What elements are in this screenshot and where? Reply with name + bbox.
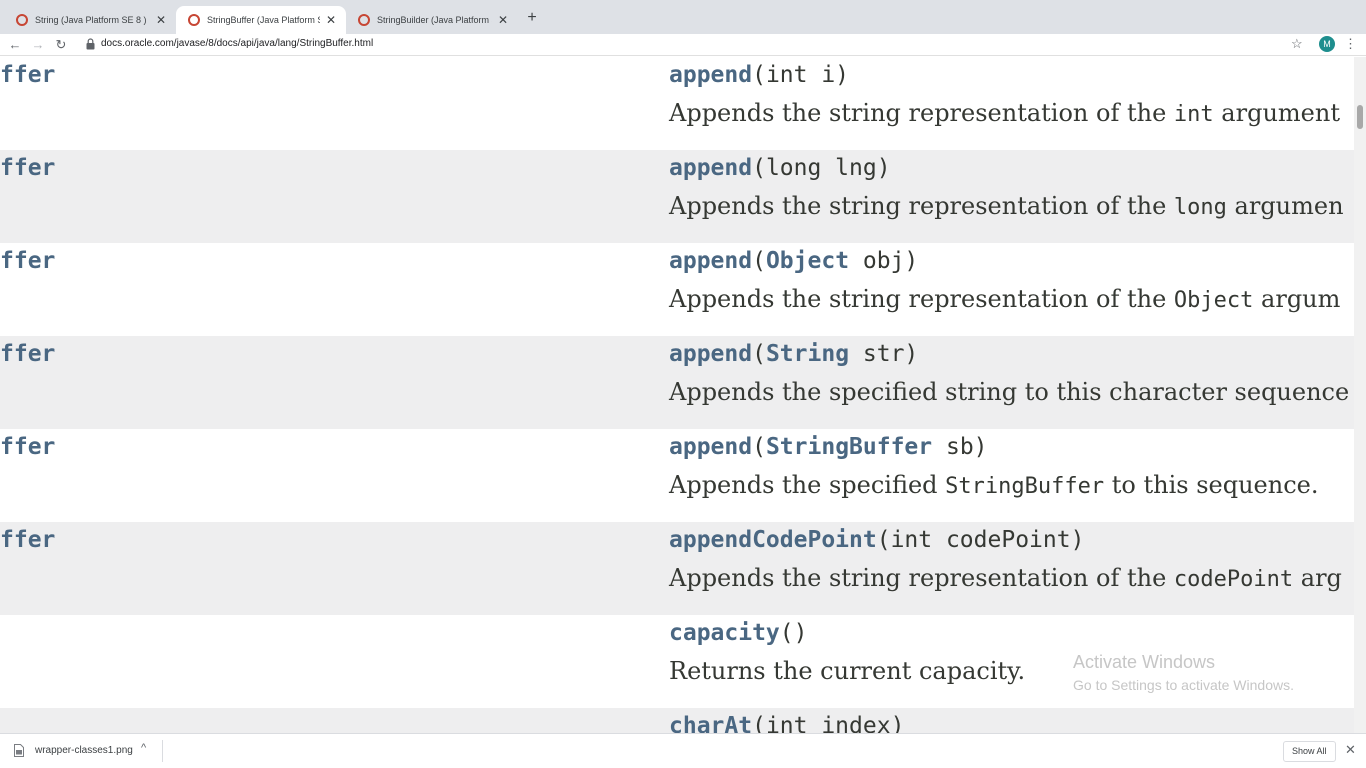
return-type-link[interactable]: ffer: [0, 248, 55, 274]
return-type-link[interactable]: ffer: [0, 62, 55, 88]
method-signature: append(int i): [669, 62, 849, 88]
reload-icon: ↻: [55, 37, 67, 52]
method-signature: append(StringBuffer sb): [669, 434, 988, 460]
tab-title: String (Java Platform SE 8 ): [35, 15, 147, 25]
method-params: (int index): [752, 713, 905, 733]
show-all-button[interactable]: Show All: [1283, 741, 1336, 762]
method-row: ffer append(StringBuffer sb) Appends the…: [0, 429, 1354, 522]
download-bar: wrapper-classes1.png ^ Show All ✕: [0, 733, 1366, 768]
method-name-link[interactable]: append: [669, 434, 752, 460]
return-type-link[interactable]: ffer: [0, 527, 55, 553]
image-file-icon: [14, 744, 24, 757]
menu-kebab-icon[interactable]: ⋮: [1344, 36, 1357, 52]
bookmark-star-icon[interactable]: ☆: [1291, 36, 1303, 52]
oracle-favicon-icon: [188, 14, 200, 26]
close-tab-icon[interactable]: ✕: [496, 13, 510, 27]
method-description: Appends the string representation of the…: [669, 285, 1341, 313]
param-type-link[interactable]: StringBuffer: [766, 434, 932, 460]
chevron-up-icon[interactable]: ^: [141, 742, 146, 754]
method-description: Appends the string representation of the…: [669, 564, 1342, 592]
method-description: Appends the string representation of the…: [669, 192, 1344, 220]
method-row: charAt(int index): [0, 708, 1354, 733]
method-row: ffer append(Object obj) Appends the stri…: [0, 243, 1354, 336]
arrow-left-icon: ←: [8, 37, 22, 52]
oracle-favicon-icon: [358, 14, 370, 26]
method-signature: append(String str): [669, 341, 919, 367]
method-signature: charAt(int index): [669, 713, 904, 733]
param-type-link[interactable]: String: [766, 341, 849, 367]
param-type-link[interactable]: Object: [766, 248, 849, 274]
oracle-favicon-icon: [16, 14, 28, 26]
tab-strip: String (Java Platform SE 8 ) ✕ StringBuf…: [0, 0, 1366, 34]
method-description: Appends the specified string to this cha…: [669, 378, 1350, 406]
method-signature: append(Object obj): [669, 248, 919, 274]
method-row: ffer append(long lng) Appends the string…: [0, 150, 1354, 243]
method-name-link[interactable]: charAt: [669, 713, 752, 733]
browser-toolbar: ← → ↻ docs.oracle.com/javase/8/docs/api/…: [0, 34, 1366, 56]
tab-title: StringBuffer (Java Platform SE 8 ): [207, 15, 320, 25]
method-row: ffer appendCodePoint(int codePoint) Appe…: [0, 522, 1354, 615]
method-summary: ffer append(int i) Appends the string re…: [0, 57, 1354, 733]
new-tab-button[interactable]: +: [522, 8, 542, 28]
arrow-right-icon: →: [31, 37, 45, 52]
method-name-link[interactable]: appendCodePoint: [669, 527, 877, 553]
method-signature: capacity(): [669, 620, 807, 646]
method-description: Appends the string representation of the…: [669, 99, 1340, 127]
download-divider: [162, 740, 163, 762]
tab-string[interactable]: String (Java Platform SE 8 ) ✕: [4, 6, 176, 34]
reload-button[interactable]: ↻: [52, 36, 70, 54]
return-type-link[interactable]: ffer: [0, 155, 55, 181]
close-download-bar-icon[interactable]: ✕: [1345, 742, 1356, 758]
method-name-link[interactable]: append: [669, 62, 752, 88]
close-tab-icon[interactable]: ✕: [324, 13, 338, 27]
profile-avatar[interactable]: M: [1319, 36, 1335, 52]
download-item[interactable]: wrapper-classes1.png: [35, 745, 133, 756]
close-tab-icon[interactable]: ✕: [154, 13, 168, 27]
address-bar[interactable]: docs.oracle.com/javase/8/docs/api/java/l…: [101, 38, 373, 49]
method-name-link[interactable]: capacity: [669, 620, 780, 646]
scrollbar-thumb[interactable]: [1357, 105, 1363, 129]
method-signature: appendCodePoint(int codePoint): [669, 527, 1084, 553]
return-type-link[interactable]: ffer: [0, 434, 55, 460]
method-params: (long lng): [752, 155, 891, 181]
method-signature: append(long lng): [669, 155, 891, 181]
method-description: Returns the current capacity.: [669, 657, 1026, 685]
page-scrollbar[interactable]: [1354, 57, 1366, 733]
method-params: (int codePoint): [876, 527, 1085, 553]
method-name-link[interactable]: append: [669, 155, 752, 181]
method-description: Appends the specified StringBuffer to th…: [669, 471, 1319, 499]
method-params: (int i): [752, 62, 850, 88]
method-params: (): [779, 620, 808, 646]
tab-title: StringBuilder (Java Platform SE 8 ): [377, 15, 492, 25]
method-name-link[interactable]: append: [669, 248, 752, 274]
back-button[interactable]: ←: [6, 36, 24, 54]
tab-stringbuffer[interactable]: StringBuffer (Java Platform SE 8 ) ✕: [176, 6, 346, 34]
return-type-link[interactable]: ffer: [0, 341, 55, 367]
activate-windows-title: Activate Windows: [1073, 652, 1216, 672]
tab-stringbuilder[interactable]: StringBuilder (Java Platform SE 8 ) ✕: [346, 6, 518, 34]
method-name-link[interactable]: append: [669, 341, 752, 367]
method-row: ffer append(int i) Appends the string re…: [0, 57, 1354, 150]
method-row: ffer append(String str) Appends the spec…: [0, 336, 1354, 429]
activate-windows-subtitle: Go to Settings to activate Windows.: [1073, 677, 1294, 693]
lock-icon[interactable]: [86, 38, 95, 50]
forward-button[interactable]: →: [29, 36, 47, 54]
